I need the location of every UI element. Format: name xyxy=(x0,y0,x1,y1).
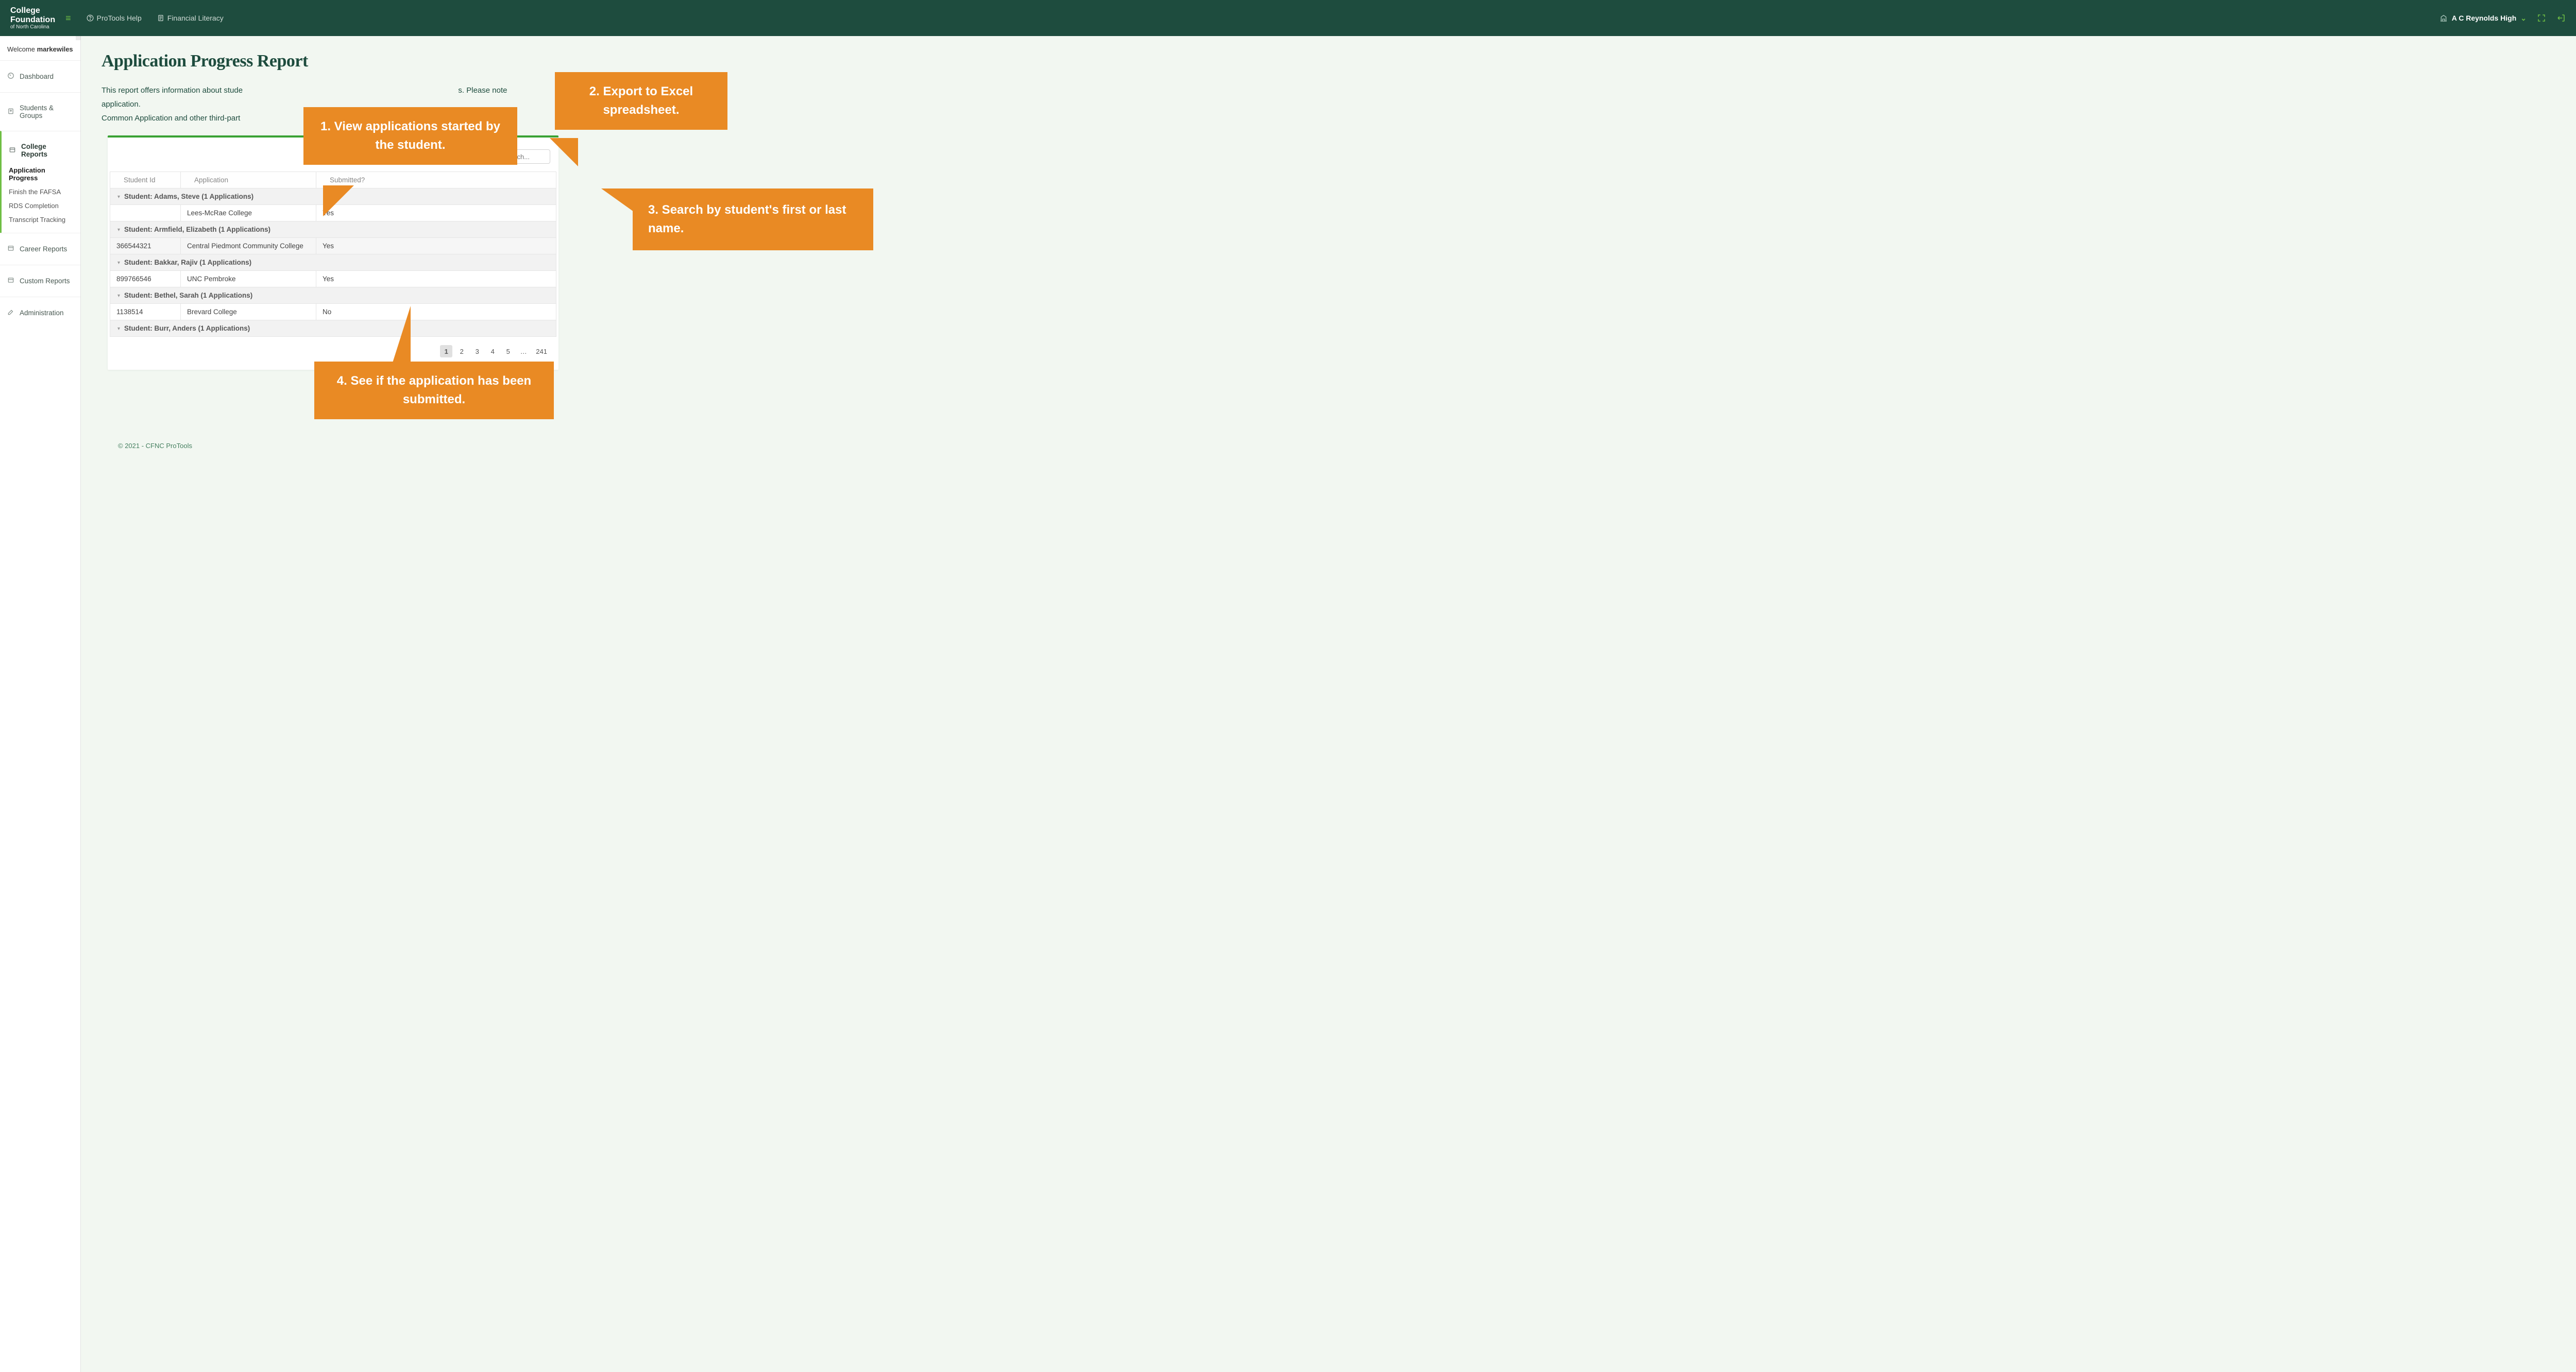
table-row[interactable]: 366544321Central Piedmont Community Coll… xyxy=(110,238,556,254)
logout-icon[interactable] xyxy=(2556,13,2566,23)
chevron-down-icon: ▾ xyxy=(117,326,120,332)
table-group-row[interactable]: ▾Student: Armfield, Elizabeth (1 Applica… xyxy=(110,221,556,238)
report-icon xyxy=(9,146,16,155)
nav-application-progress[interactable]: Application Progress xyxy=(2,163,80,185)
nav-transcript-tracking[interactable]: Transcript Tracking xyxy=(2,213,80,227)
callout-4: 4. See if the application has been submi… xyxy=(314,362,554,419)
callout-1-pointer xyxy=(323,185,354,216)
report-icon xyxy=(7,277,14,285)
cell-student-id: 366544321 xyxy=(110,238,181,254)
welcome-message: Welcome markewiles xyxy=(0,36,80,60)
callout-3-pointer xyxy=(601,188,637,214)
main-content: Application Progress Report This report … xyxy=(81,36,2576,1372)
brand-logo: College Foundation of North Carolina xyxy=(10,6,55,30)
col-student-id[interactable]: Student Id xyxy=(110,172,181,188)
callout-1: 1. View applications started by the stud… xyxy=(303,107,517,165)
chevron-down-icon: ▾ xyxy=(117,293,120,299)
pagination-ellipsis: … xyxy=(517,345,530,357)
nav-custom-reports[interactable]: Custom Reports xyxy=(0,271,80,290)
table-group-row[interactable]: ▾Student: Bethel, Sarah (1 Applications) xyxy=(110,287,556,304)
cell-submitted: Yes xyxy=(316,238,556,254)
pagination-total[interactable]: 241 xyxy=(533,348,550,355)
pagination-page[interactable]: 5 xyxy=(502,345,514,357)
users-icon xyxy=(7,108,14,116)
pagination-page[interactable]: 3 xyxy=(471,345,483,357)
nav-dashboard[interactable]: Dashboard xyxy=(0,67,80,86)
school-selector[interactable]: A C Reynolds High ⌄ xyxy=(2439,14,2527,23)
nav-rds-completion[interactable]: RDS Completion xyxy=(2,199,80,213)
topbar: College Foundation of North Carolina ≡ P… xyxy=(0,0,2576,36)
pagination-page[interactable]: 4 xyxy=(486,345,499,357)
nav-career-reports[interactable]: Career Reports xyxy=(0,239,80,259)
financial-literacy-link[interactable]: Financial Literacy xyxy=(157,14,224,22)
logo-line2: Foundation xyxy=(10,15,55,25)
table-row[interactable]: 899766546UNC PembrokeYes xyxy=(110,271,556,287)
table-group-row[interactable]: ▾Student: Bakkar, Rajiv (1 Applications) xyxy=(110,254,556,271)
nav-administration[interactable]: Administration xyxy=(0,303,80,322)
nav-finish-fafsa[interactable]: Finish the FAFSA xyxy=(2,185,80,199)
footer-copyright: © 2021 - CFNC ProTools xyxy=(101,442,2555,450)
protools-help-link[interactable]: ProTools Help xyxy=(87,14,142,22)
nav-college-reports[interactable]: College Reports xyxy=(2,138,80,163)
sidebar: Welcome markewiles Dashboard Students & … xyxy=(0,36,81,1372)
dashboard-icon xyxy=(7,72,14,81)
help-icon xyxy=(87,14,94,22)
table-row[interactable]: 1138514Brevard CollegeNo xyxy=(110,304,556,320)
chevron-down-icon: ▾ xyxy=(117,260,120,266)
chevron-down-icon: ▾ xyxy=(117,227,120,233)
chevron-down-icon: ⌄ xyxy=(2520,14,2527,23)
fullscreen-icon[interactable] xyxy=(2537,13,2546,23)
cell-submitted: Yes xyxy=(316,271,556,287)
callout-4-pointer xyxy=(393,306,411,363)
pagination-page[interactable]: 1 xyxy=(440,345,452,357)
chevron-down-icon: ▾ xyxy=(117,194,120,200)
page-title: Application Progress Report xyxy=(101,52,2555,71)
callout-2: 2. Export to Excel spreadsheet. xyxy=(555,72,727,130)
pagination: 12345 … 241 xyxy=(110,337,556,357)
report-card: Student Id Application Submitted? ▾Stude… xyxy=(108,135,558,370)
cell-submitted: No xyxy=(316,304,556,320)
logo-line1: College xyxy=(10,6,55,15)
table-group-row[interactable]: ▾Student: Burr, Anders (1 Applications) xyxy=(110,320,556,337)
nav-students-groups[interactable]: Students & Groups xyxy=(0,99,80,125)
logo-line3: of North Carolina xyxy=(10,24,55,30)
school-icon xyxy=(2439,14,2448,22)
report-icon xyxy=(7,245,14,253)
col-application[interactable]: Application xyxy=(181,172,316,188)
document-icon xyxy=(157,14,164,22)
cell-student-id: 899766546 xyxy=(110,271,181,287)
cell-student-id: 1138514 xyxy=(110,304,181,320)
callout-2-pointer xyxy=(550,138,578,166)
cell-application: Brevard College xyxy=(181,304,316,320)
cell-application: Lees-McRae College xyxy=(181,205,316,221)
cell-student-id xyxy=(110,205,181,221)
menu-toggle-icon[interactable]: ≡ xyxy=(65,13,71,24)
callout-3: 3. Search by student's first or last nam… xyxy=(633,188,873,250)
edit-icon xyxy=(7,308,14,317)
cell-application: UNC Pembroke xyxy=(181,271,316,287)
pagination-page[interactable]: 2 xyxy=(455,345,468,357)
cell-application: Central Piedmont Community College xyxy=(181,238,316,254)
